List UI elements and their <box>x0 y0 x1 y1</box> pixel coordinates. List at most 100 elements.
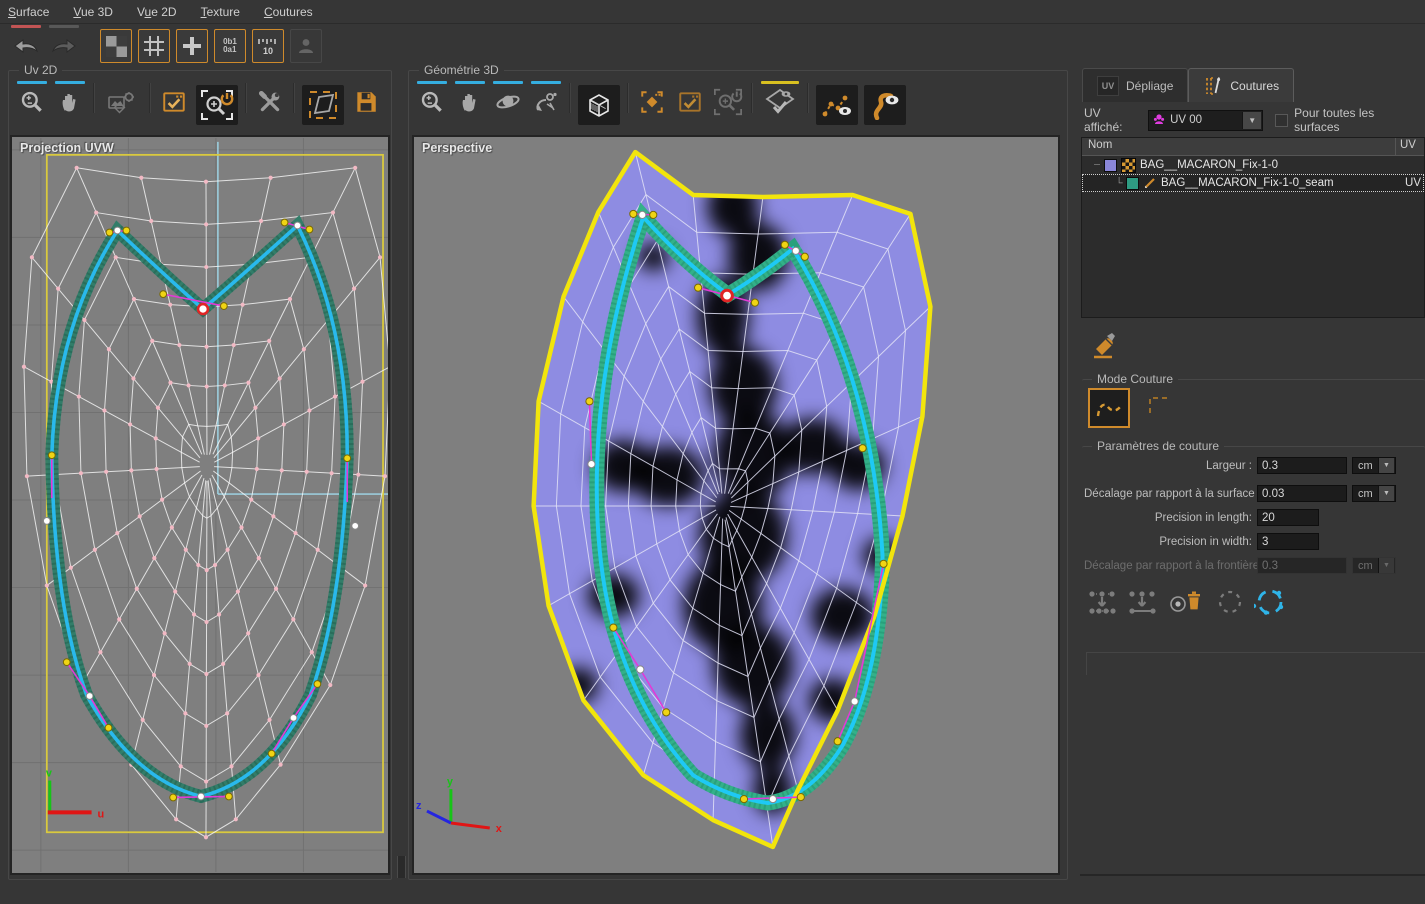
geo3d-viewport-label: Perspective <box>422 141 492 155</box>
undo-button[interactable] <box>10 29 42 63</box>
param-precision-width-input[interactable] <box>1257 533 1319 550</box>
zoom-magnifier-icon <box>19 89 45 115</box>
snap-edge-button[interactable] <box>1124 584 1160 620</box>
geo3d-seam-curve-button[interactable] <box>864 85 906 125</box>
geo3d-axis-y-label: y <box>447 776 454 788</box>
coutures-panel: UV Dépliage Coutures UV affiché: <box>1080 66 1425 882</box>
mode-couture-curve-button[interactable] <box>1088 388 1130 428</box>
param-precision-length-input[interactable] <box>1257 509 1319 526</box>
param-row-decalage-frontiere: Décalage par rapport à la frontière : cm… <box>1084 556 1422 575</box>
uv2d-axis-v-label: v <box>46 768 53 780</box>
uv2d-group-label: Uv 2D <box>19 63 62 77</box>
param-precision-width-label: Precision in width: <box>1084 536 1257 548</box>
viewport-splitter[interactable] <box>397 856 406 878</box>
application-window: Surface Vue 3D Vue 2D Texture Coutures <box>0 0 1425 904</box>
geo3d-toolbar <box>413 83 909 125</box>
geo3d-zoom-button[interactable] <box>416 85 448 119</box>
cube-icon <box>583 89 615 121</box>
uv-select[interactable]: UV 00 ▼ <box>1148 110 1263 131</box>
pan-hand-icon <box>58 89 82 115</box>
seam-color-swatch[interactable] <box>1126 177 1139 190</box>
delete-seam-button[interactable] <box>1164 584 1208 620</box>
geo3d-shaded-cube-button[interactable] <box>578 85 620 125</box>
uv2d-window-check-button[interactable] <box>158 85 190 119</box>
texture-settings-icon <box>107 90 137 114</box>
uv-select-arrow-icon[interactable]: ▼ <box>1242 112 1261 129</box>
radio-trash-icon <box>1166 587 1206 617</box>
uv-select-value: UV 00 <box>1166 114 1241 126</box>
uv2d-canvas[interactable]: vu <box>12 137 388 873</box>
tree-expand-icon[interactable]: ┄ <box>1090 160 1104 171</box>
uv2d-viewport-label: Projection UVW <box>20 141 114 155</box>
ruler-10-icon: 10 <box>257 35 279 57</box>
menu-surface[interactable]: Surface <box>8 2 59 22</box>
snap-points-down-icon <box>1087 588 1117 616</box>
param-largeur-input[interactable] <box>1257 457 1347 474</box>
mode-couture-label: Mode Couture <box>1092 372 1178 386</box>
toggle-ruler-button[interactable]: 10 <box>252 29 284 63</box>
tree-col-nom[interactable]: Nom <box>1082 138 1396 155</box>
uv2d-polygon-select-button[interactable] <box>302 85 344 125</box>
tree-col-uv[interactable]: UV <box>1396 138 1424 155</box>
tree-header[interactable]: Nom UV <box>1082 138 1424 156</box>
unit-arrow-icon: ▼ <box>1378 486 1394 501</box>
uv2d-pan-button[interactable] <box>54 85 86 119</box>
eraser-icon <box>1090 331 1120 361</box>
uv2d-toolbar <box>13 83 385 125</box>
param-decalage-surface-input[interactable] <box>1257 485 1347 502</box>
mode-couture-rect-button[interactable] <box>1142 391 1180 427</box>
undo-accent <box>11 25 41 28</box>
uv2d-texture-settings-button[interactable] <box>102 85 142 119</box>
circle-seam-button[interactable] <box>1212 584 1248 620</box>
uv2d-viewport[interactable]: Projection UVW vu <box>10 135 390 875</box>
polygon-select-icon <box>307 89 339 121</box>
tab-depliage[interactable]: UV Dépliage <box>1082 68 1188 102</box>
user-profile-button[interactable] <box>290 29 322 63</box>
toggle-grid-button[interactable] <box>138 29 170 63</box>
uv2d-zoom-region-button[interactable] <box>196 85 238 125</box>
tree-row-surface[interactable]: ┄ BAG__MACARON_Fix-1-0 <box>1082 156 1424 174</box>
uv2d-axis-u-label: u <box>98 808 105 820</box>
unit-arrow-icon: ▼ <box>1378 458 1394 473</box>
uv2d-tools-button[interactable] <box>254 85 286 119</box>
redo-button[interactable] <box>48 29 80 63</box>
zoom-magnifier-icon <box>419 89 445 115</box>
texel-labels-icon: 0b10a1 <box>223 38 237 54</box>
geo3d-frame-diamond-button[interactable] <box>636 85 668 119</box>
circle-dashed-icon <box>1215 587 1245 617</box>
toggle-checker-button[interactable] <box>100 29 132 63</box>
toggle-texel-labels-button[interactable]: 0b10a1 <box>214 29 246 63</box>
undo-icon <box>13 37 39 55</box>
window-check-icon <box>161 89 187 115</box>
geo3d-canvas[interactable]: yxz <box>414 137 1058 873</box>
geo3d-zoom-region-button[interactable] <box>712 85 744 119</box>
geo3d-mesh-check-button[interactable] <box>760 85 800 119</box>
geo3d-pan-button[interactable] <box>454 85 486 119</box>
seam-eraser-button[interactable] <box>1086 328 1124 364</box>
uv2d-zoom-button[interactable] <box>16 85 48 119</box>
menu-vue-3d[interactable]: Vue 3D <box>73 2 123 22</box>
tab-coutures[interactable]: Coutures <box>1188 68 1294 102</box>
tree-row-seam[interactable]: └ BAG__MACARON_Fix-1-0_seam UV <box>1082 174 1424 192</box>
menu-coutures[interactable]: Coutures <box>264 2 323 22</box>
geo3d-orbit-button[interactable] <box>492 85 524 119</box>
circle-seam-active-button[interactable] <box>1252 584 1288 620</box>
geo3d-frame-check-button[interactable] <box>674 85 706 119</box>
geo3d-seam-points-button[interactable] <box>816 85 858 125</box>
surface-color-swatch[interactable] <box>1104 159 1117 172</box>
snap-points-button[interactable] <box>1084 584 1120 620</box>
uv2d-save-button[interactable] <box>350 85 382 119</box>
geo3d-viewport[interactable]: Perspective yxz <box>412 135 1060 875</box>
frame-check-icon <box>677 89 703 115</box>
camera-move-icon <box>532 89 560 115</box>
param-decalage-frontiere-input <box>1257 557 1347 574</box>
all-surfaces-checkbox[interactable] <box>1275 114 1288 127</box>
menu-texture[interactable]: Texture <box>201 2 250 22</box>
geo3d-camera-move-button[interactable] <box>530 85 562 119</box>
seam-curve-mode-icon <box>1094 394 1124 422</box>
param-decalage-surface-unit[interactable]: cm ▼ <box>1352 485 1396 502</box>
surface-checker-icon <box>1121 158 1136 173</box>
param-largeur-unit[interactable]: cm ▼ <box>1352 457 1396 474</box>
menu-vue-2d[interactable]: Vue 2D <box>137 2 187 22</box>
toggle-cross-button[interactable] <box>176 29 208 63</box>
